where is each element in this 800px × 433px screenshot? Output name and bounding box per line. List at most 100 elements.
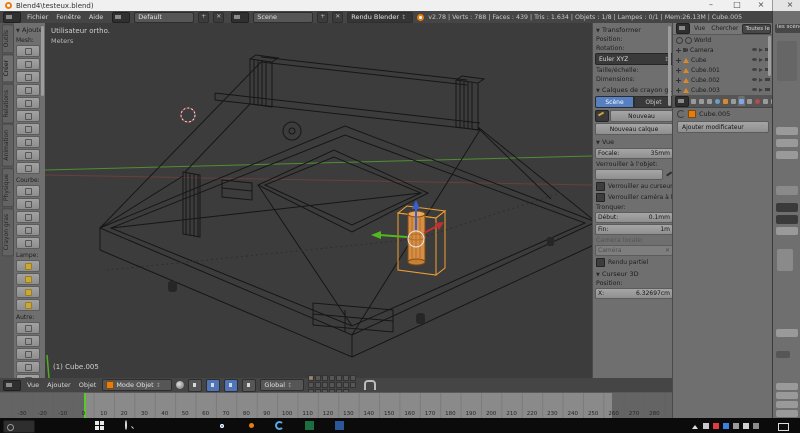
add-layout-button[interactable]: + xyxy=(198,12,209,23)
add-cube-button[interactable] xyxy=(16,58,40,70)
translate-manipulator-button[interactable] xyxy=(206,379,220,392)
add-circle-button[interactable] xyxy=(16,71,40,83)
timeline[interactable]: -30-20-100102030405060708090100110120130… xyxy=(0,392,672,419)
add-area-button[interactable] xyxy=(16,299,40,311)
shelf-tab-crayon-gras[interactable]: Crayon gras xyxy=(2,208,14,256)
remove-layout-button[interactable]: ✕ xyxy=(213,12,224,23)
minimize-button[interactable]: – xyxy=(700,0,722,11)
expand-plus-icon[interactable] xyxy=(676,58,681,63)
visibility-eye-icon[interactable] xyxy=(752,78,757,81)
shelf-tab-animation[interactable]: Animation xyxy=(2,124,14,167)
selectability-arrow-icon[interactable] xyxy=(759,68,763,72)
layer-cell[interactable] xyxy=(329,375,335,381)
shelf-tab-relations[interactable]: Relations xyxy=(2,84,14,124)
visibility-eye-icon[interactable] xyxy=(752,48,757,51)
outliner-editor-type-button[interactable] xyxy=(676,23,690,34)
lock-object-field[interactable] xyxy=(595,169,663,180)
shelf-tab-outils[interactable]: Outils xyxy=(2,24,14,53)
timeline-editor-type-button[interactable] xyxy=(3,420,35,433)
layer-cell[interactable] xyxy=(336,382,342,388)
maximize-button[interactable]: □ xyxy=(726,0,748,11)
menu-fenetre[interactable]: Fenêtre xyxy=(54,13,83,21)
scene-field[interactable]: Scene xyxy=(253,12,313,23)
lock-camera-checkbox[interactable] xyxy=(596,193,605,202)
grease-pencil-panel-header[interactable]: ▼ Calques de crayon gr... xyxy=(596,86,673,94)
expand-plus-icon[interactable] xyxy=(676,48,681,53)
mode-dropdown[interactable]: Mode Objet ↕ xyxy=(102,379,172,391)
add-text-button[interactable] xyxy=(16,335,40,347)
layer-cell[interactable] xyxy=(315,382,321,388)
layer-cell[interactable] xyxy=(350,375,356,381)
tray-icon-6[interactable] xyxy=(753,423,759,429)
add-modifier-dropdown[interactable]: Ajouter modificateur ↕ xyxy=(677,121,769,133)
layer-cell[interactable] xyxy=(336,375,342,381)
new-layer-button[interactable]: Nouveau calque xyxy=(595,123,673,135)
tray-icon-3[interactable] xyxy=(723,423,729,429)
taskbar-search-icon[interactable] xyxy=(125,420,127,430)
add-nurbs-circle-button[interactable] xyxy=(16,224,40,236)
add-monkey-button[interactable] xyxy=(16,162,40,174)
menu-vue[interactable]: Vue xyxy=(25,381,41,389)
taskbar-c-app-icon[interactable] xyxy=(275,421,284,430)
transform-panel-header[interactable]: ▼ Transformer xyxy=(596,26,673,34)
taskbar-blue-app-icon[interactable] xyxy=(335,421,344,430)
layer-cell[interactable] xyxy=(308,382,314,388)
tab-world[interactable] xyxy=(714,96,721,106)
outliner-item-cube[interactable]: Cube xyxy=(673,55,773,65)
selectability-arrow-icon[interactable] xyxy=(759,48,763,52)
cursor-panel-header[interactable]: ▼ Curseur 3D xyxy=(596,270,673,278)
add-bezier-circle-button[interactable] xyxy=(16,198,40,210)
menu-aide[interactable]: Aide xyxy=(87,13,105,21)
local-camera-field[interactable]: Caméra ✕ xyxy=(595,245,673,256)
menu-objet[interactable]: Objet xyxy=(77,381,99,389)
layer-cell[interactable] xyxy=(350,382,356,388)
shelf-tab-créer[interactable]: Créer xyxy=(2,54,14,82)
expand-plus-icon[interactable] xyxy=(676,78,681,83)
add-panel-header[interactable]: ▼ Ajouter xyxy=(16,26,44,34)
add-point-button[interactable] xyxy=(16,260,40,272)
viewport-shading-dropdown[interactable] xyxy=(176,381,184,389)
tray-icon-2[interactable] xyxy=(713,423,719,429)
renderability-camera-icon[interactable] xyxy=(765,78,770,81)
add-sun-button[interactable] xyxy=(16,273,40,285)
layer-cell[interactable] xyxy=(308,375,314,381)
lock-to-cursor-checkbox[interactable] xyxy=(596,182,605,191)
tab-object[interactable] xyxy=(722,96,729,106)
grease-new-button[interactable]: Nouveau xyxy=(610,110,673,122)
add-path-button[interactable] xyxy=(16,237,40,249)
pivot-dropdown[interactable] xyxy=(188,379,202,392)
close-button[interactable]: × xyxy=(750,0,772,11)
outliner-menu-vue[interactable]: Vue xyxy=(692,25,707,32)
add-torus-button[interactable] xyxy=(16,136,40,148)
selectability-arrow-icon[interactable] xyxy=(759,88,763,92)
tab-modifiers[interactable] xyxy=(738,96,745,106)
add-armature-button[interactable] xyxy=(16,348,40,360)
properties-editor-type-button[interactable] xyxy=(675,96,689,107)
add-cone-button[interactable] xyxy=(16,123,40,135)
tab-data[interactable] xyxy=(746,96,753,106)
remove-scene-button[interactable]: ✕ xyxy=(332,12,343,23)
visibility-eye-icon[interactable] xyxy=(752,88,757,91)
tray-display-icon[interactable] xyxy=(778,423,789,431)
clip-end-field[interactable]: Fin: 1m xyxy=(595,224,673,235)
tray-icon-1[interactable] xyxy=(703,423,709,429)
screen-layout-field[interactable]: Default xyxy=(134,12,194,23)
viewport-editor-type-button[interactable] xyxy=(3,380,21,391)
add-ico-sphere-button[interactable] xyxy=(16,97,40,109)
outliner-scrollbar[interactable] xyxy=(768,36,771,76)
tab-scene[interactable]: Scène xyxy=(595,96,634,108)
add-bezier-button[interactable] xyxy=(16,185,40,197)
3d-viewport[interactable]: Utilisateur ortho. Meters (1) Cube.005 xyxy=(45,23,592,378)
tab-render-layers[interactable] xyxy=(698,96,705,106)
clear-camera-icon[interactable]: ✕ xyxy=(665,247,670,254)
focal-length-field[interactable]: Focale: 35mm xyxy=(595,148,673,159)
view-panel-header[interactable]: ▼ Vue xyxy=(596,138,673,146)
outliner-menu-chercher[interactable]: Chercher xyxy=(709,25,740,32)
taskbar-file-explorer-icon[interactable] xyxy=(185,421,194,430)
add-lattice-button[interactable] xyxy=(16,361,40,373)
outliner-item-camera[interactable]: Camera xyxy=(673,45,773,55)
shelf-tab-physique[interactable]: Physique xyxy=(2,168,14,207)
clip-start-field[interactable]: Début: 0.1mm xyxy=(595,212,673,223)
outliner-item-world[interactable]: World xyxy=(673,35,773,45)
outliner-filter-dropdown[interactable]: Toutes les scènes xyxy=(742,24,771,34)
